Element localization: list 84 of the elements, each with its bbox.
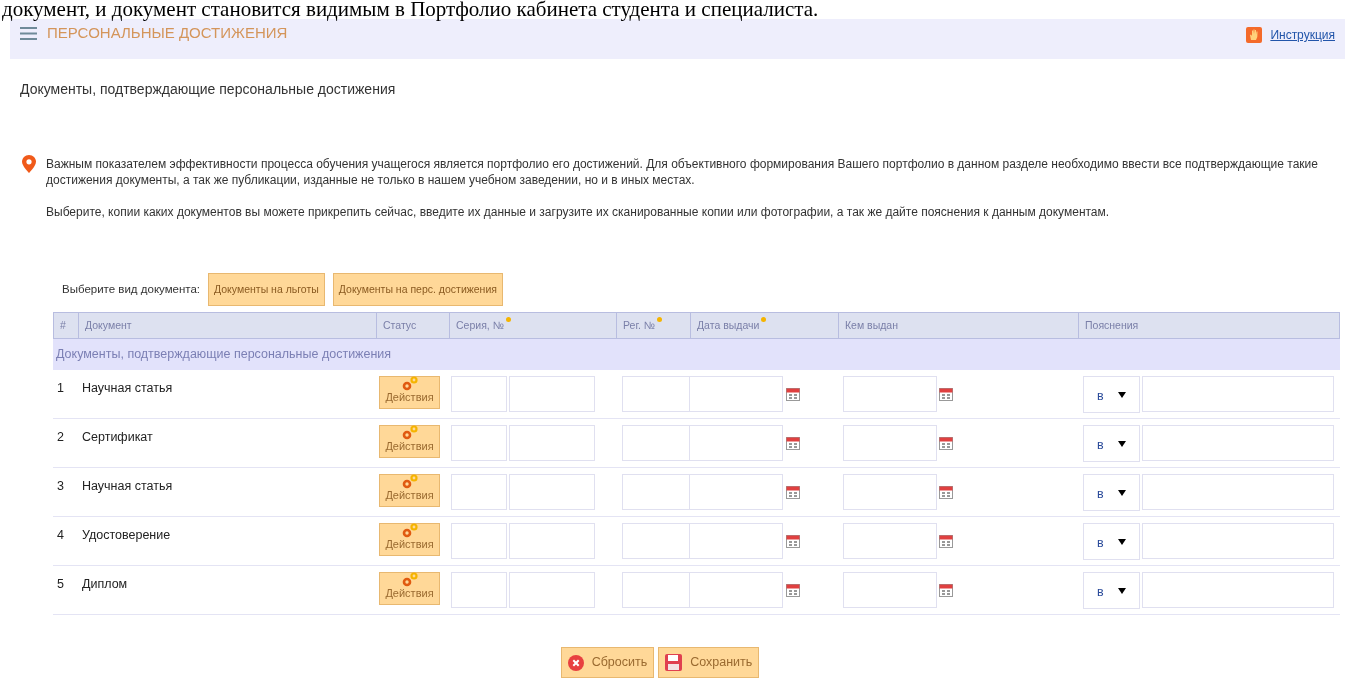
input-field[interactable] (689, 474, 783, 510)
column-header: Рег. № (616, 313, 690, 338)
actions-button[interactable]: Действия (379, 474, 440, 507)
input-field[interactable] (509, 376, 595, 412)
column-header: Кем выдан (838, 313, 1078, 338)
page-title: Документы, подтверждающие персональные достижения (20, 80, 397, 99)
input-field[interactable] (689, 376, 783, 412)
document-name: Научная статья (81, 380, 174, 397)
calendar-icon[interactable] (786, 436, 800, 450)
section-title: ПЕРСОНАЛЬНЫЕ ДОСТИЖЕНИЯ (47, 23, 288, 43)
calendar-icon[interactable] (786, 485, 800, 499)
input-field[interactable] (843, 425, 937, 461)
select-field[interactable]: в (1083, 474, 1140, 511)
column-header: # (59, 317, 67, 333)
input-field[interactable] (1142, 572, 1334, 608)
calendar-icon[interactable] (786, 583, 800, 597)
input-field[interactable] (843, 376, 937, 412)
actions-button[interactable]: Действия (379, 572, 440, 605)
group-row: Документы, подтверждающие персональные достижения (53, 339, 1340, 370)
row-number: 2 (56, 429, 65, 446)
input-field[interactable] (1142, 523, 1334, 559)
row-number: 5 (56, 576, 65, 593)
actions-button[interactable]: Действия (379, 425, 440, 458)
calendar-icon[interactable] (786, 534, 800, 548)
input-field[interactable] (451, 474, 507, 510)
dropdown-icon (1118, 440, 1126, 447)
doc-type-label: Выберите вид документа: (62, 281, 201, 297)
actions-button[interactable]: Действия (379, 523, 440, 556)
input-field[interactable] (1142, 425, 1334, 461)
row-number: 1 (56, 380, 65, 397)
column-header: Статус (376, 313, 449, 338)
calendar-icon[interactable] (939, 387, 953, 401)
select-field[interactable]: в (1083, 376, 1140, 413)
info-paragraph: Важным показателем эффективности процесса обучения учащегося является портфолио его достижений. Для объективного формирования Вашего портфолио в данном разделе необходимо ввести все подтверждающие такие достижения документы, а так же публикации, изданные не только в нашем учебном заведении, но и в иных местах. (46, 156, 1319, 188)
input-field[interactable] (1142, 474, 1334, 510)
input-field[interactable] (843, 523, 937, 559)
calendar-icon[interactable] (939, 436, 953, 450)
document-name: Сертификат (81, 429, 154, 446)
input-field[interactable] (1142, 376, 1334, 412)
input-field[interactable] (451, 572, 507, 608)
document-name: Диплом (81, 576, 129, 593)
location-pin-icon (22, 155, 36, 173)
save-button[interactable]: Сохранить (658, 647, 760, 678)
column-header: Серия, № (449, 313, 616, 338)
calendar-icon[interactable] (939, 583, 953, 597)
document-name: Научная статья (81, 478, 174, 495)
reset-button[interactable]: Сбросить (560, 647, 655, 678)
input-field[interactable] (451, 523, 507, 559)
input-field[interactable] (509, 425, 595, 461)
actions-button[interactable]: Действия (379, 376, 440, 409)
doc-type-button[interactable]: Документы на льготы (208, 273, 325, 306)
row-number: 3 (56, 478, 65, 495)
row-number: 4 (56, 527, 65, 544)
calendar-icon[interactable] (939, 534, 953, 548)
document-name: Удостоверение (81, 527, 172, 544)
input-field[interactable] (509, 572, 595, 608)
column-header: Дата выдачи (690, 313, 838, 338)
input-field[interactable] (689, 572, 783, 608)
select-field[interactable]: в (1083, 425, 1140, 462)
dropdown-icon (1118, 391, 1126, 398)
calendar-icon[interactable] (786, 387, 800, 401)
menu-icon[interactable] (20, 26, 37, 40)
input-field[interactable] (843, 474, 937, 510)
select-field[interactable]: в (1083, 523, 1140, 560)
input-field[interactable] (689, 523, 783, 559)
dropdown-icon (1118, 489, 1126, 496)
doc-type-button[interactable]: Документы на перс. достижения (332, 273, 503, 306)
input-field[interactable] (509, 474, 595, 510)
input-field[interactable] (451, 425, 507, 461)
hand-icon (1246, 27, 1263, 43)
column-header: Пояснения (1078, 313, 1341, 338)
input-field[interactable] (689, 425, 783, 461)
document-caption: документ, и документ становится видимым в Портфолио кабинета студента и специалиста. (1, 0, 820, 19)
select-field[interactable]: в (1083, 572, 1140, 609)
help-link[interactable]: Инструкция (1270, 26, 1335, 44)
input-field[interactable] (451, 376, 507, 412)
close-icon (567, 654, 584, 671)
dropdown-icon (1118, 587, 1126, 594)
calendar-icon[interactable] (939, 485, 953, 499)
column-header: Документ (78, 313, 376, 338)
info-paragraph: Выберите, копии каких документов вы можете прикрепить сейчас, введите их данные и загрузите их сканированные копии или фотографии, а так же дайте пояснения к данным документам. (46, 204, 1111, 220)
input-field[interactable] (843, 572, 937, 608)
dropdown-icon (1118, 538, 1126, 545)
input-field[interactable] (509, 523, 595, 559)
